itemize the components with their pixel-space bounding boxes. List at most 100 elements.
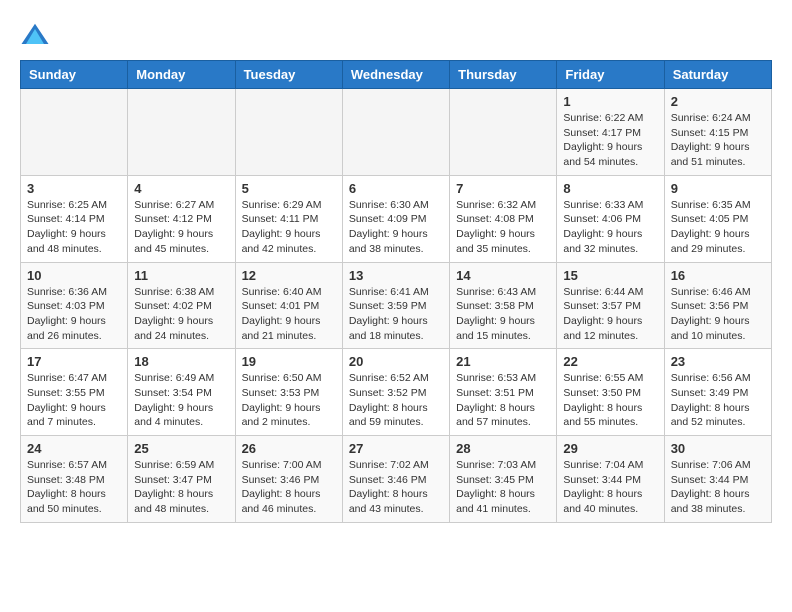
day-info: Sunrise: 7:03 AM Sunset: 3:45 PM Dayligh… [456, 458, 550, 517]
calendar-cell [128, 89, 235, 176]
day-number: 7 [456, 181, 550, 196]
calendar-header: SundayMondayTuesdayWednesdayThursdayFrid… [21, 61, 772, 89]
day-number: 6 [349, 181, 443, 196]
day-number: 9 [671, 181, 765, 196]
weekday-header-wednesday: Wednesday [342, 61, 449, 89]
day-info: Sunrise: 6:49 AM Sunset: 3:54 PM Dayligh… [134, 371, 228, 430]
day-info: Sunrise: 6:35 AM Sunset: 4:05 PM Dayligh… [671, 198, 765, 257]
day-info: Sunrise: 6:44 AM Sunset: 3:57 PM Dayligh… [563, 285, 657, 344]
calendar-cell: 8Sunrise: 6:33 AM Sunset: 4:06 PM Daylig… [557, 175, 664, 262]
calendar-cell: 11 Sunrise: 6:38 AM Sunset: 4:02 PM Dayli… [128, 262, 235, 349]
day-number: 8 [563, 181, 657, 196]
day-number: 2 [671, 94, 765, 109]
day-info: Sunrise: 6:56 AM Sunset: 3:49 PM Dayligh… [671, 371, 765, 430]
day-info: Sunrise: 7:06 AM Sunset: 3:44 PM Dayligh… [671, 458, 765, 517]
day-info: Sunrise: 6:55 AM Sunset: 3:50 PM Dayligh… [563, 371, 657, 430]
day-number: 27 [349, 441, 443, 456]
day-info: Sunrise: 6:41 AM Sunset: 3:59 PM Dayligh… [349, 285, 443, 344]
calendar-body: 1 Sunrise: 6:22 AM Sunset: 4:17 PM Daylig… [21, 89, 772, 523]
day-info: Sunrise: 6:59 AM Sunset: 3:47 PM Dayligh… [134, 458, 228, 517]
weekday-header-friday: Friday [557, 61, 664, 89]
calendar-cell: 9 Sunrise: 6:35 AM Sunset: 4:05 PM Daylig… [664, 175, 771, 262]
calendar-week-row: 3 Sunrise: 6:25 AM Sunset: 4:14 PM Daylig… [21, 175, 772, 262]
calendar-table: SundayMondayTuesdayWednesdayThursdayFrid… [20, 60, 772, 523]
day-number: 5 [242, 181, 336, 196]
day-number: 1 [563, 94, 657, 109]
weekday-header-thursday: Thursday [450, 61, 557, 89]
calendar-cell: 27 Sunrise: 7:02 AM Sunset: 3:46 PM Dayli… [342, 436, 449, 523]
calendar-cell: 28 Sunrise: 7:03 AM Sunset: 3:45 PM Dayli… [450, 436, 557, 523]
calendar-cell: 13 Sunrise: 6:41 AM Sunset: 3:59 PM Dayli… [342, 262, 449, 349]
calendar-cell: 2 Sunrise: 6:24 AM Sunset: 4:15 PM Daylig… [664, 89, 771, 176]
day-number: 16 [671, 268, 765, 283]
calendar-cell: 12Sunrise: 6:40 AM Sunset: 4:01 PM Dayli… [235, 262, 342, 349]
day-info: Sunrise: 6:30 AM Sunset: 4:09 PM Dayligh… [349, 198, 443, 257]
day-info: Sunrise: 7:04 AM Sunset: 3:44 PM Dayligh… [563, 458, 657, 517]
day-info: Sunrise: 6:53 AM Sunset: 3:51 PM Dayligh… [456, 371, 550, 430]
day-number: 13 [349, 268, 443, 283]
day-info: Sunrise: 6:47 AM Sunset: 3:55 PM Dayligh… [27, 371, 121, 430]
calendar-cell: 30 Sunrise: 7:06 AM Sunset: 3:44 PM Dayli… [664, 436, 771, 523]
day-number: 11 [134, 268, 228, 283]
logo-icon [20, 20, 50, 50]
calendar-cell: 5 Sunrise: 6:29 AM Sunset: 4:11 PM Daylig… [235, 175, 342, 262]
calendar-cell: 20 Sunrise: 6:52 AM Sunset: 3:52 PM Dayli… [342, 349, 449, 436]
day-number: 21 [456, 354, 550, 369]
calendar-cell: 4 Sunrise: 6:27 AM Sunset: 4:12 PM Daylig… [128, 175, 235, 262]
day-number: 4 [134, 181, 228, 196]
day-info: Sunrise: 6:57 AM Sunset: 3:48 PM Dayligh… [27, 458, 121, 517]
calendar-cell: 3 Sunrise: 6:25 AM Sunset: 4:14 PM Daylig… [21, 175, 128, 262]
day-info: Sunrise: 7:02 AM Sunset: 3:46 PM Dayligh… [349, 458, 443, 517]
day-number: 10 [27, 268, 121, 283]
day-info: Sunrise: 6:32 AM Sunset: 4:08 PM Dayligh… [456, 198, 550, 257]
day-info: Sunrise: 6:25 AM Sunset: 4:14 PM Dayligh… [27, 198, 121, 257]
day-info: Sunrise: 6:46 AM Sunset: 3:56 PM Dayligh… [671, 285, 765, 344]
calendar-cell: 10 Sunrise: 6:36 AM Sunset: 4:03 PM Dayli… [21, 262, 128, 349]
calendar-cell: 16 Sunrise: 6:46 AM Sunset: 3:56 PM Dayli… [664, 262, 771, 349]
calendar-cell: 23 Sunrise: 6:56 AM Sunset: 3:49 PM Dayli… [664, 349, 771, 436]
day-number: 23 [671, 354, 765, 369]
day-number: 17 [27, 354, 121, 369]
calendar-cell: 15 Sunrise: 6:44 AM Sunset: 3:57 PM Dayli… [557, 262, 664, 349]
day-info: Sunrise: 6:52 AM Sunset: 3:52 PM Dayligh… [349, 371, 443, 430]
day-number: 3 [27, 181, 121, 196]
day-number: 26 [242, 441, 336, 456]
calendar-week-row: 1 Sunrise: 6:22 AM Sunset: 4:17 PM Daylig… [21, 89, 772, 176]
calendar-cell [450, 89, 557, 176]
day-number: 29 [563, 441, 657, 456]
day-number: 15 [563, 268, 657, 283]
calendar-cell [21, 89, 128, 176]
weekday-header-monday: Monday [128, 61, 235, 89]
logo [20, 20, 54, 50]
calendar-cell: 14Sunrise: 6:43 AM Sunset: 3:58 PM Dayli… [450, 262, 557, 349]
calendar-cell: 29 Sunrise: 7:04 AM Sunset: 3:44 PM Dayli… [557, 436, 664, 523]
day-info: Sunrise: 6:36 AM Sunset: 4:03 PM Dayligh… [27, 285, 121, 344]
day-number: 22 [563, 354, 657, 369]
calendar-cell: 25 Sunrise: 6:59 AM Sunset: 3:47 PM Dayli… [128, 436, 235, 523]
day-info: Sunrise: 7:00 AM Sunset: 3:46 PM Dayligh… [242, 458, 336, 517]
calendar-week-row: 10 Sunrise: 6:36 AM Sunset: 4:03 PM Dayli… [21, 262, 772, 349]
day-number: 19 [242, 354, 336, 369]
day-info: Sunrise: 6:22 AM Sunset: 4:17 PM Dayligh… [563, 111, 657, 170]
day-number: 28 [456, 441, 550, 456]
day-info: Sunrise: 6:29 AM Sunset: 4:11 PM Dayligh… [242, 198, 336, 257]
header [20, 20, 772, 50]
calendar-cell [342, 89, 449, 176]
calendar-cell: 7 Sunrise: 6:32 AM Sunset: 4:08 PM Daylig… [450, 175, 557, 262]
day-info: Sunrise: 6:40 AM Sunset: 4:01 PM Dayligh… [242, 285, 336, 344]
day-number: 20 [349, 354, 443, 369]
day-info: Sunrise: 6:24 AM Sunset: 4:15 PM Dayligh… [671, 111, 765, 170]
weekday-header-row: SundayMondayTuesdayWednesdayThursdayFrid… [21, 61, 772, 89]
day-number: 30 [671, 441, 765, 456]
day-info: Sunrise: 6:38 AM Sunset: 4:02 PM Dayligh… [134, 285, 228, 344]
calendar-cell: 21 Sunrise: 6:53 AM Sunset: 3:51 PM Dayli… [450, 349, 557, 436]
day-number: 25 [134, 441, 228, 456]
weekday-header-saturday: Saturday [664, 61, 771, 89]
calendar-cell: 24 Sunrise: 6:57 AM Sunset: 3:48 PM Dayli… [21, 436, 128, 523]
weekday-header-sunday: Sunday [21, 61, 128, 89]
day-info: Sunrise: 6:27 AM Sunset: 4:12 PM Dayligh… [134, 198, 228, 257]
weekday-header-tuesday: Tuesday [235, 61, 342, 89]
day-number: 24 [27, 441, 121, 456]
calendar-cell: 26 Sunrise: 7:00 AM Sunset: 3:46 PM Dayli… [235, 436, 342, 523]
day-number: 18 [134, 354, 228, 369]
